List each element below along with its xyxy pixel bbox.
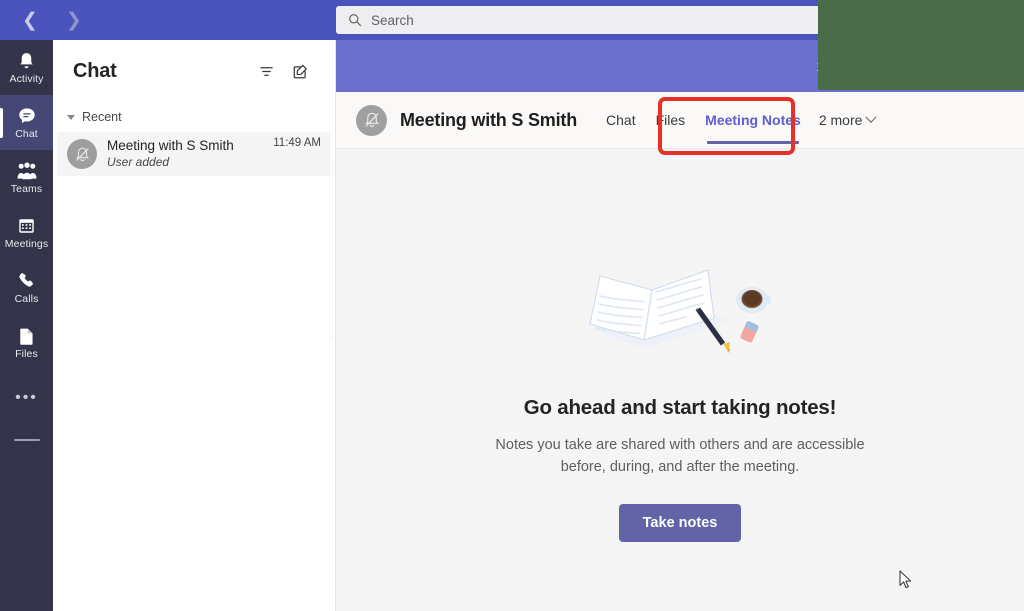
chat-bubble-icon (17, 105, 37, 126)
occlusion-block (818, 0, 1024, 90)
sidebar-item-label: Activity (9, 73, 44, 85)
search-placeholder-text: Search (371, 12, 414, 28)
chat-list-panel: Chat Recent Meeting with S Smith User ad… (53, 40, 336, 611)
page-title: Chat (73, 59, 117, 82)
mouse-pointer-icon (899, 570, 912, 589)
empty-state: Go ahead and start taking notes! Notes y… (336, 149, 1024, 611)
sidebar-item-meetings[interactable]: Meetings (0, 205, 53, 260)
rail-divider (13, 439, 40, 441)
avatar (67, 139, 97, 169)
chat-name: Meeting with S Smith (107, 137, 234, 153)
chat-subtitle: User added (107, 154, 170, 169)
more-apps-button[interactable]: ••• (0, 370, 53, 425)
meeting-title: Meeting with S Smith (400, 109, 578, 130)
file-icon (18, 325, 35, 346)
sidebar-item-label: Calls (14, 293, 39, 305)
recent-label: Recent (82, 110, 122, 124)
teams-window: ❮ ❯ Search Activity Chat Teams Meetings … (0, 0, 1024, 611)
recent-section-header[interactable]: Recent (53, 102, 335, 130)
chevron-left-icon[interactable]: ❮ (22, 11, 38, 30)
tab-label: Meeting Notes (705, 112, 801, 128)
search-input[interactable]: Search (336, 6, 820, 34)
sidebar-item-label: Files (15, 348, 38, 360)
empty-state-subtitle: Notes you take are shared with others an… (495, 437, 865, 476)
main-content: 1TB of storage. Microsoft 365 ser Meetin… (336, 40, 1024, 611)
bell-icon (17, 50, 36, 71)
ellipsis-icon: ••• (15, 388, 38, 406)
list-item-text: Meeting with S Smith User added (107, 138, 263, 170)
more-tabs-label: 2 more (818, 112, 863, 128)
tab-label: Chat (606, 112, 636, 128)
sidebar-item-calls[interactable]: Calls (0, 260, 53, 315)
caret-down-icon (67, 114, 75, 120)
chevron-right-icon[interactable]: ❯ (66, 11, 82, 30)
nav-buttons: ❮ ❯ (0, 11, 330, 30)
bell-muted-icon (356, 104, 387, 136)
take-notes-button[interactable]: Take notes (618, 503, 742, 542)
tab-label: Files (655, 112, 686, 128)
meeting-tab-bar: Meeting with S Smith Chat Files Meeting … (336, 92, 1024, 149)
search-icon (349, 14, 362, 27)
more-tabs-dropdown[interactable]: 2 more (811, 111, 878, 128)
sidebar-item-teams[interactable]: Teams (0, 150, 53, 205)
chat-panel-header: Chat (53, 40, 335, 102)
chevron-down-icon (865, 111, 878, 123)
tab-chat[interactable]: Chat (596, 92, 646, 149)
sidebar-item-activity[interactable]: Activity (0, 40, 53, 95)
tab-files[interactable]: Files (646, 92, 696, 149)
tab-meeting-notes[interactable]: Meeting Notes (695, 92, 811, 149)
chat-list-scrollbar[interactable] (330, 160, 334, 340)
chat-timestamp: 11:49 AM (273, 137, 321, 149)
sidebar-item-label: Teams (10, 183, 43, 195)
people-icon (16, 160, 38, 181)
phone-icon (17, 270, 36, 291)
list-item[interactable]: Meeting with S Smith User added 11:49 AM (57, 132, 331, 176)
sidebar-item-chat[interactable]: Chat (0, 95, 53, 150)
calendar-icon (17, 215, 36, 236)
sidebar-item-files[interactable]: Files (0, 315, 53, 370)
compose-icon[interactable] (287, 58, 313, 84)
notebook-pencil-coffee-illustration (589, 269, 772, 353)
sidebar-item-label: Meetings (4, 238, 49, 250)
filter-icon[interactable] (253, 58, 279, 84)
empty-state-title: Go ahead and start taking notes! (523, 396, 837, 419)
left-rail: Activity Chat Teams Meetings Calls Files… (0, 40, 53, 611)
sidebar-item-label: Chat (15, 128, 38, 140)
